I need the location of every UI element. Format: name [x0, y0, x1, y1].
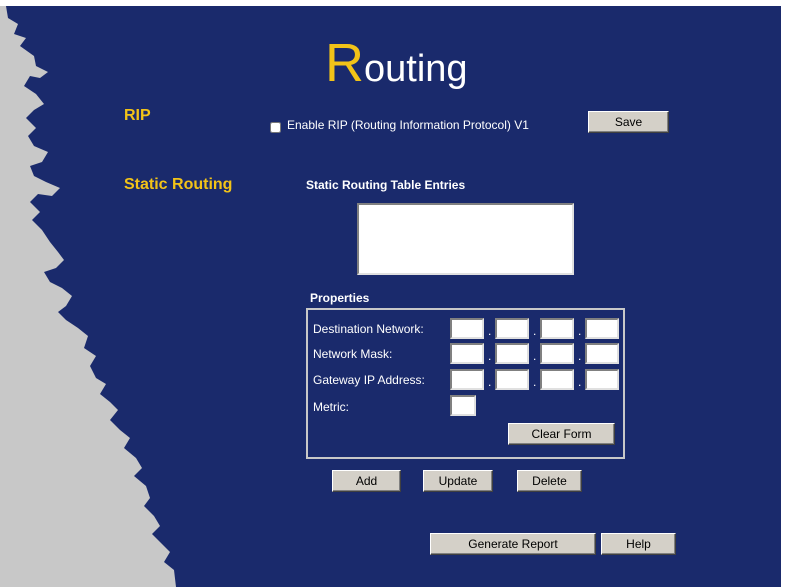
add-button[interactable]: Add: [332, 470, 401, 492]
save-button[interactable]: Save: [588, 111, 669, 133]
properties-group: Destination Network: . . . Network Mask:…: [306, 308, 625, 459]
gateway-octet-4[interactable]: [585, 369, 619, 390]
destination-network-label: Destination Network:: [313, 322, 424, 336]
octet-separator: .: [578, 375, 582, 389]
update-button[interactable]: Update: [423, 470, 493, 492]
routing-table-heading: Static Routing Table Entries: [306, 178, 466, 192]
destination-octet-3[interactable]: [540, 318, 574, 339]
metric-label: Metric:: [313, 400, 349, 414]
routing-table-entries-list[interactable]: [357, 203, 574, 275]
octet-separator: .: [533, 349, 537, 363]
generate-report-button[interactable]: Generate Report: [430, 533, 596, 555]
octet-separator: .: [533, 375, 537, 389]
octet-separator: .: [578, 349, 582, 363]
destination-octet-4[interactable]: [585, 318, 619, 339]
torn-edge-decoration: [0, 6, 176, 587]
rip-section-label: RIP: [124, 107, 151, 124]
gateway-octet-3[interactable]: [540, 369, 574, 390]
title-initial: R: [325, 33, 364, 93]
octet-separator: .: [578, 324, 582, 338]
octet-separator: .: [533, 324, 537, 338]
clear-form-button[interactable]: Clear Form: [508, 423, 615, 445]
mask-octet-1[interactable]: [450, 343, 484, 364]
gateway-ip-label: Gateway IP Address:: [313, 373, 425, 387]
help-button[interactable]: Help: [601, 533, 676, 555]
page-title: Routing: [325, 36, 468, 94]
static-routing-section-label: Static Routing: [124, 176, 233, 193]
destination-octet-1[interactable]: [450, 318, 484, 339]
octet-separator: .: [488, 324, 492, 338]
gateway-octet-1[interactable]: [450, 369, 484, 390]
metric-input[interactable]: [450, 395, 476, 416]
mask-octet-4[interactable]: [585, 343, 619, 364]
network-mask-label: Network Mask:: [313, 347, 393, 361]
mask-octet-3[interactable]: [540, 343, 574, 364]
octet-separator: .: [488, 349, 492, 363]
properties-heading: Properties: [310, 291, 370, 305]
router-config-page: Routing RIP Enable RIP (Routing Informat…: [0, 0, 786, 587]
enable-rip-label: Enable RIP (Routing Information Protocol…: [287, 118, 529, 132]
title-rest: outing: [364, 48, 468, 90]
delete-button[interactable]: Delete: [517, 470, 582, 492]
destination-octet-2[interactable]: [495, 318, 529, 339]
mask-octet-2[interactable]: [495, 343, 529, 364]
enable-rip-checkbox[interactable]: [270, 122, 281, 133]
octet-separator: .: [488, 375, 492, 389]
gateway-octet-2[interactable]: [495, 369, 529, 390]
